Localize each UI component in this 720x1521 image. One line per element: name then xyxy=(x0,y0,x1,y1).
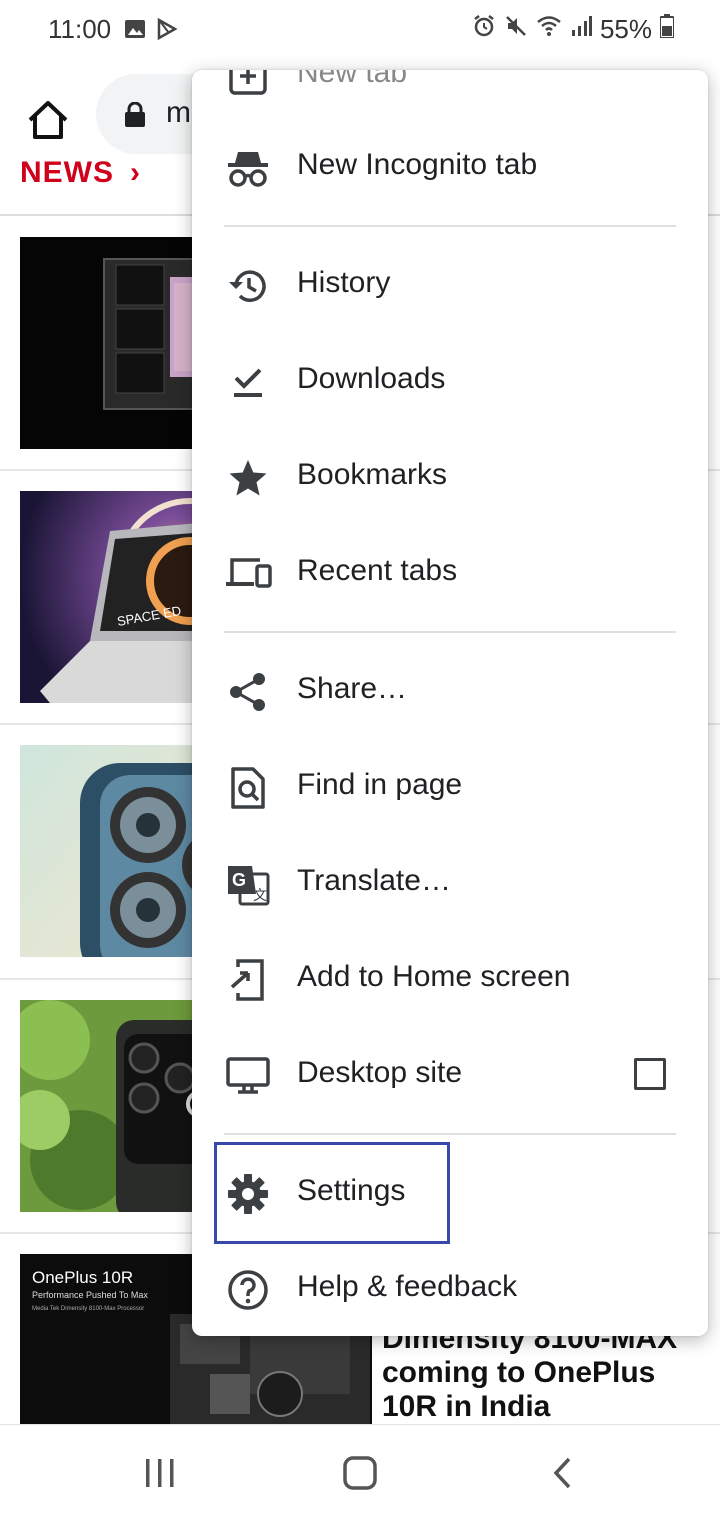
incognito-icon xyxy=(224,144,272,192)
devices-icon xyxy=(224,550,272,598)
downloads-icon xyxy=(224,358,272,406)
thumbnail-tagline: Performance Pushed To Max xyxy=(32,1290,148,1300)
menu-item-new-incognito-tab[interactable]: New Incognito tab xyxy=(192,120,708,216)
thumbnail-subtext: Media Tek Dimensity 8100-Max Processor xyxy=(32,1306,144,1312)
article-thumbnail[interactable] xyxy=(20,237,220,449)
menu-label: History xyxy=(297,266,391,299)
alarm-icon xyxy=(472,14,496,45)
menu-label: Translate… xyxy=(297,864,451,897)
add-to-home-icon xyxy=(224,956,272,1004)
gear-icon xyxy=(224,1170,272,1218)
back-button[interactable] xyxy=(532,1451,592,1495)
menu-label: Help & feedback xyxy=(297,1270,518,1303)
share-icon xyxy=(224,668,272,716)
headline-line: 10R in India xyxy=(382,1390,551,1423)
battery-icon xyxy=(659,14,675,45)
menu-item-bookmarks[interactable]: Bookmarks xyxy=(192,430,708,526)
menu-item-settings[interactable]: Settings xyxy=(192,1146,708,1242)
back-icon xyxy=(553,1457,571,1489)
menu-item-desktop-site[interactable]: Desktop site xyxy=(192,1028,708,1124)
section-title[interactable]: NEWS › xyxy=(20,156,141,190)
recent-apps-button[interactable] xyxy=(130,1451,190,1495)
menu-label: Desktop site xyxy=(297,1056,463,1089)
headline-line: coming to OnePlus xyxy=(382,1356,656,1389)
overflow-menu: New tab New Incognito tab History Downlo… xyxy=(192,70,708,1336)
menu-item-downloads[interactable]: Downloads xyxy=(192,334,708,430)
menu-item-add-to-home-screen[interactable]: Add to Home screen xyxy=(192,932,708,1028)
menu-label: New Incognito tab xyxy=(297,148,538,181)
menu-item-history[interactable]: History xyxy=(192,238,708,334)
menu-item-recent-tabs[interactable]: Recent tabs xyxy=(192,526,708,622)
system-nav-bar xyxy=(0,1424,720,1521)
star-icon xyxy=(224,454,272,502)
menu-label: Recent tabs xyxy=(297,554,458,587)
recent-apps-icon xyxy=(146,1459,174,1487)
chevron-right-icon: › xyxy=(130,156,141,189)
menu-label: Add to Home screen xyxy=(297,960,571,993)
help-icon xyxy=(224,1266,272,1314)
new-tab-icon xyxy=(224,70,272,100)
home-button[interactable] xyxy=(24,96,72,144)
menu-item-find-in-page[interactable]: Find in page xyxy=(192,740,708,836)
signal-icon xyxy=(570,14,592,45)
menu-item-help-feedback[interactable]: Help & feedback xyxy=(192,1242,708,1336)
article-headline[interactable]: Dimensity 8100-MAX coming to OnePlus 10R… xyxy=(382,1322,712,1424)
play-store-icon xyxy=(156,17,178,45)
divider xyxy=(224,225,676,227)
translate-icon: G文 xyxy=(224,860,272,908)
menu-label: New tab xyxy=(297,70,408,89)
wifi-icon xyxy=(536,14,562,45)
home-nav-button[interactable] xyxy=(330,1451,390,1495)
menu-label: Settings xyxy=(297,1174,406,1207)
menu-item-new-tab[interactable]: New tab xyxy=(192,70,708,124)
home-icon xyxy=(28,101,68,139)
svg-text:文: 文 xyxy=(253,888,267,904)
svg-text:G: G xyxy=(232,870,246,890)
divider xyxy=(224,631,676,633)
battery-level: 55% xyxy=(599,14,652,44)
desktop-site-checkbox[interactable] xyxy=(634,1058,666,1090)
menu-label: Downloads xyxy=(297,362,446,395)
menu-item-share[interactable]: Share… xyxy=(192,644,708,740)
menu-label: Share… xyxy=(297,672,408,705)
article-thumbnail[interactable] xyxy=(20,745,220,957)
article-thumbnail[interactable]: SPACE ED xyxy=(20,491,220,703)
menu-item-translate[interactable]: G文 Translate… xyxy=(192,836,708,932)
divider xyxy=(224,1133,676,1135)
thumbnail-brand: OnePlus 10R xyxy=(32,1268,133,1287)
status-time: 11:00 xyxy=(48,14,112,44)
home-icon xyxy=(343,1456,377,1490)
article-thumbnail[interactable] xyxy=(20,1000,220,1212)
find-in-page-icon xyxy=(224,764,272,812)
url-text: m xyxy=(166,96,191,129)
status-bar: 11:00 55% xyxy=(0,0,720,60)
section-title-text: NEWS xyxy=(20,156,114,189)
desktop-icon xyxy=(224,1052,272,1100)
mute-icon xyxy=(504,14,528,45)
image-notification-icon xyxy=(124,18,146,45)
lock-icon xyxy=(124,101,146,133)
menu-label: Find in page xyxy=(297,768,463,801)
history-icon xyxy=(224,262,272,310)
menu-label: Bookmarks xyxy=(297,458,448,491)
